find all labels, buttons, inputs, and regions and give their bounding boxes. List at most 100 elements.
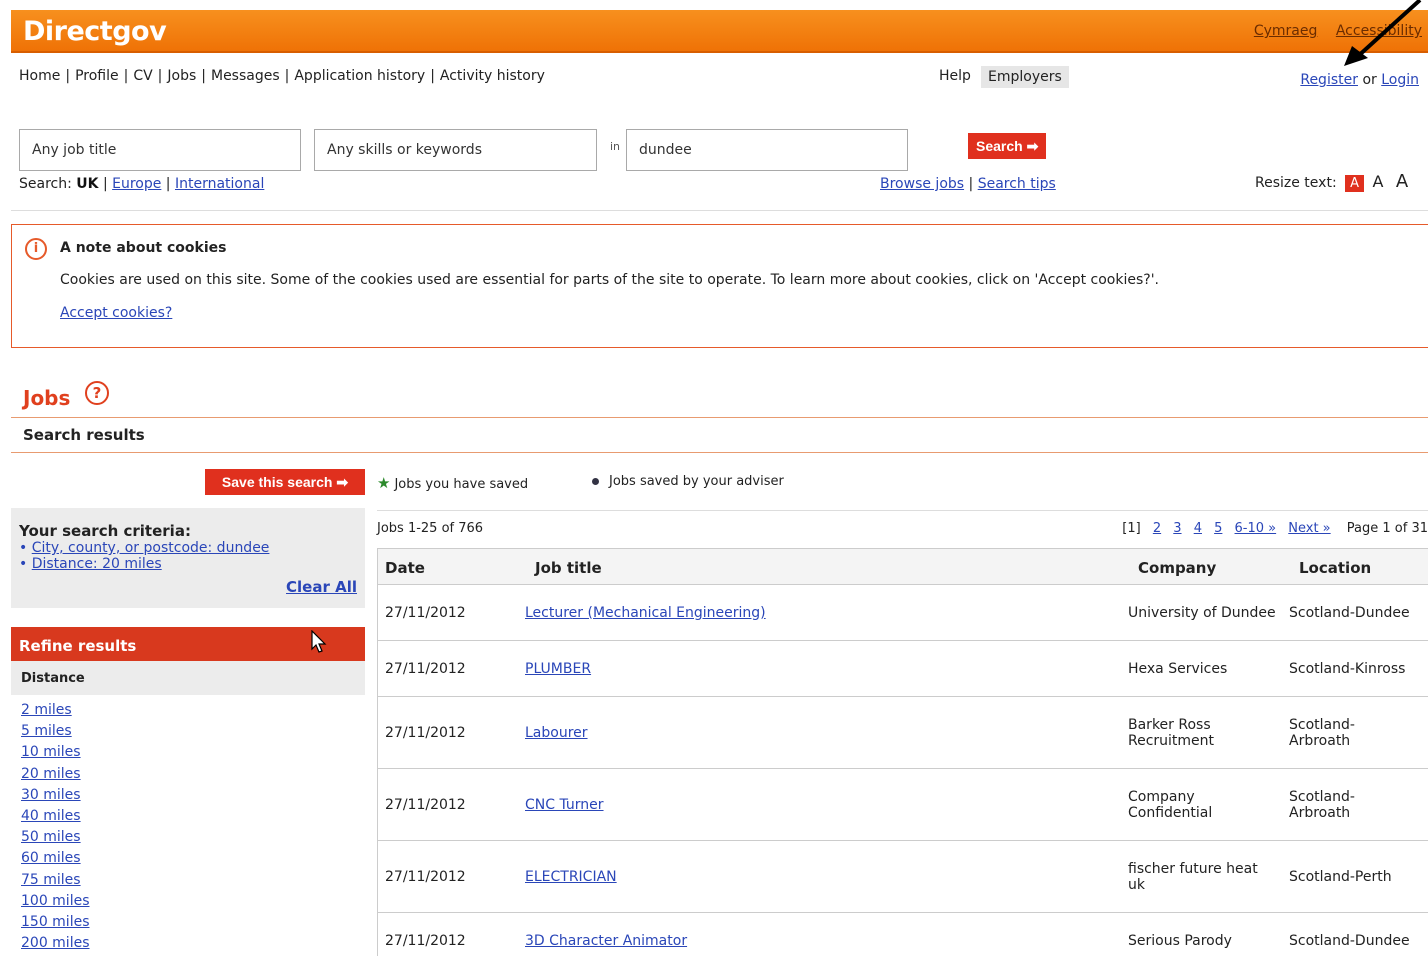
cymraeg-link[interactable]: Cymraeg	[1254, 23, 1318, 39]
register-link[interactable]: Register	[1300, 72, 1358, 88]
table-row: 27/11/2012 CNC Turner Company Confidenti…	[378, 769, 1428, 841]
distance-option[interactable]: 150 miles	[21, 912, 90, 933]
criteria-title: Your search criteria:	[19, 522, 191, 540]
criteria-list: City, county, or postcode: dundee Distan…	[19, 540, 270, 572]
distance-option[interactable]: 60 miles	[21, 848, 90, 869]
job-title-link[interactable]: PLUMBER	[525, 661, 591, 677]
pager-next[interactable]: Next »	[1288, 521, 1330, 536]
help-link[interactable]: Help	[939, 68, 971, 84]
table-header: Date Job title Company Location	[378, 548, 1428, 585]
search-criteria-box: Your search criteria: City, county, or p…	[11, 508, 365, 608]
row-location: Scotland-Dundee	[1289, 605, 1410, 621]
resize-text-control: Resize text: A A A	[1255, 171, 1408, 192]
nav-jobs[interactable]: Jobs	[167, 68, 196, 84]
distance-list: 2 miles 5 miles 10 miles 20 miles 30 mil…	[21, 700, 90, 954]
table-row: 27/11/2012 Labourer Barker Ross Recruitm…	[378, 697, 1428, 769]
distance-option[interactable]: 5 miles	[21, 721, 90, 742]
cookie-message: Cookies are used on this site. Some of t…	[60, 272, 1159, 288]
nav-home[interactable]: Home	[19, 68, 60, 84]
legend-adviser-label: Jobs saved by your adviser	[609, 474, 784, 489]
pager-page-2[interactable]: 2	[1153, 521, 1161, 536]
nav-activity-history[interactable]: Activity history	[440, 68, 545, 84]
legend-saved: ★ Jobs you have saved	[377, 474, 528, 492]
column-date[interactable]: Date	[385, 559, 425, 577]
nav-messages[interactable]: Messages	[211, 68, 280, 84]
table-row: 27/11/2012 Lecturer (Mechanical Engineer…	[378, 585, 1428, 641]
skills-input[interactable]	[314, 129, 597, 171]
search-tips-link[interactable]: Search tips	[978, 176, 1056, 192]
cookie-title: A note about cookies	[60, 240, 227, 256]
nav-profile[interactable]: Profile	[75, 68, 119, 84]
header-links: Cymraeg Accessibility	[1240, 23, 1422, 39]
arrow-right-icon: ➡	[1026, 137, 1039, 154]
pager-page-4[interactable]: 4	[1194, 521, 1202, 536]
search-button[interactable]: Search ➡	[968, 133, 1047, 159]
column-job-title[interactable]: Job title	[535, 559, 602, 577]
search-button-label: Search	[976, 137, 1023, 154]
pager-range-6-10[interactable]: 6-10 »	[1235, 521, 1277, 536]
criteria-distance-link[interactable]: Distance: 20 miles	[32, 556, 162, 572]
distance-option[interactable]: 30 miles	[21, 785, 90, 806]
job-title-link[interactable]: ELECTRICIAN	[525, 869, 617, 885]
employers-tab[interactable]: Employers	[981, 66, 1069, 88]
row-date: 27/11/2012	[385, 933, 466, 949]
table-row: 27/11/2012 ELECTRICIAN fischer future he…	[378, 841, 1428, 913]
resize-label: Resize text:	[1255, 175, 1337, 191]
scope-international-link[interactable]: International	[175, 176, 264, 192]
browse-jobs-link[interactable]: Browse jobs	[880, 176, 964, 192]
save-search-button[interactable]: Save this search ➡	[205, 469, 365, 495]
pager-page-3[interactable]: 3	[1173, 521, 1181, 536]
row-company: fischer future heat uk	[1128, 861, 1258, 893]
scope-uk[interactable]: UK	[76, 176, 98, 192]
clear-all-link[interactable]: Clear All	[286, 578, 357, 596]
row-date: 27/11/2012	[385, 725, 466, 741]
row-company: Barker Ross Recruitment	[1128, 717, 1215, 749]
distance-option[interactable]: 20 miles	[21, 764, 90, 785]
row-date: 27/11/2012	[385, 797, 466, 813]
location-input[interactable]	[626, 129, 908, 171]
search-results-heading: Search results	[23, 426, 145, 444]
row-date: 27/11/2012	[385, 869, 466, 885]
login-link[interactable]: Login	[1381, 72, 1419, 88]
text-size-large-button[interactable]: A	[1396, 171, 1408, 192]
job-title-input[interactable]	[19, 129, 301, 171]
criteria-location-link[interactable]: City, county, or postcode: dundee	[32, 540, 270, 556]
column-company[interactable]: Company	[1138, 559, 1216, 577]
bullet-icon	[592, 478, 599, 485]
save-search-label: Save this search	[221, 474, 333, 490]
distance-option[interactable]: 200 miles	[21, 933, 90, 954]
distance-option[interactable]: 10 miles	[21, 742, 90, 763]
text-size-medium-button[interactable]: A	[1372, 172, 1383, 191]
table-row: 27/11/2012 PLUMBER Hexa Services Scotlan…	[378, 641, 1428, 697]
scope-label: Search:	[19, 176, 72, 192]
results-table: Date Job title Company Location 27/11/20…	[377, 548, 1428, 956]
row-location: Scotland-Kinross	[1289, 661, 1406, 677]
nav-cv[interactable]: CV	[133, 68, 152, 84]
row-location: Scotland-Arbroath	[1289, 789, 1355, 821]
job-title-link[interactable]: Labourer	[525, 725, 588, 741]
help-question-icon[interactable]: ?	[85, 381, 109, 405]
row-location: Scotland-Dundee	[1289, 933, 1410, 949]
text-size-small-button[interactable]: A	[1345, 175, 1365, 192]
accept-cookies-link[interactable]: Accept cookies?	[60, 305, 172, 321]
distance-option[interactable]: 2 miles	[21, 700, 90, 721]
scope-europe-link[interactable]: Europe	[112, 176, 161, 192]
pager-page-5[interactable]: 5	[1214, 521, 1222, 536]
distance-option[interactable]: 75 miles	[21, 870, 90, 891]
mouse-cursor-icon	[311, 630, 327, 653]
job-title-link[interactable]: 3D Character Animator	[525, 933, 687, 949]
job-title-link[interactable]: Lecturer (Mechanical Engineering)	[525, 605, 766, 621]
distance-option[interactable]: 100 miles	[21, 891, 90, 912]
accessibility-link[interactable]: Accessibility	[1336, 23, 1422, 39]
nav-application-history[interactable]: Application history	[294, 68, 425, 84]
or-text: or	[1362, 72, 1377, 88]
distance-option[interactable]: 50 miles	[21, 827, 90, 848]
directgov-logo[interactable]: Directgov	[23, 16, 167, 47]
job-title-link[interactable]: CNC Turner	[525, 797, 604, 813]
pager-current: [1]	[1122, 521, 1141, 536]
distance-option[interactable]: 40 miles	[21, 806, 90, 827]
column-location[interactable]: Location	[1299, 559, 1371, 577]
distance-heading: Distance	[11, 661, 365, 695]
divider	[11, 417, 1428, 418]
site-header: Directgov Cymraeg Accessibility	[11, 10, 1428, 53]
